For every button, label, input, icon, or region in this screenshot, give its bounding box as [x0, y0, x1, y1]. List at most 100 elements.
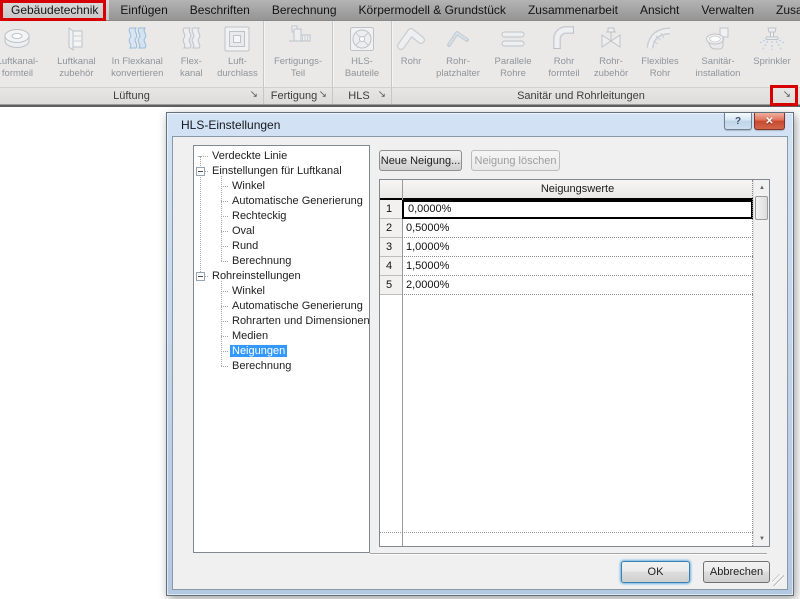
- tab-ansicht[interactable]: Ansicht: [629, 0, 690, 20]
- flex-duct-button[interactable]: Flex- kanal: [171, 21, 212, 87]
- tree-item-verdeckte-linie[interactable]: Verdeckte Linie: [194, 149, 369, 164]
- panel-sanitaer-rohrleitungen: Rohr Rohr- platzhalter Parallele Rohre R…: [392, 21, 800, 104]
- tree-item-medien[interactable]: Medien: [194, 329, 369, 344]
- panel-fertigung: Fertigungs- Teil Fertigung ↘: [264, 21, 333, 104]
- table-row: 3 1,0000%: [380, 238, 753, 257]
- new-slope-button[interactable]: Neue Neigung...: [379, 150, 462, 171]
- table-corner-cell: [380, 180, 402, 198]
- tab-einfuegen[interactable]: Einfügen: [109, 0, 178, 20]
- panel-label: Fertigung: [271, 90, 317, 102]
- row-number: 4: [380, 257, 402, 276]
- scrollbar-thumb[interactable]: [755, 196, 768, 220]
- fabrication-part-button[interactable]: Fertigungs- Teil: [266, 21, 330, 87]
- panel-footer-fertigung[interactable]: Fertigung ↘: [264, 87, 332, 104]
- pipe-accessory-button[interactable]: Rohr- zubehör: [588, 21, 634, 87]
- tree-item-rohreinstellungen[interactable]: Rohreinstellungen: [194, 269, 369, 284]
- tree-item-einstellungen-luftkanal[interactable]: Einstellungen für Luftkanal: [194, 164, 369, 179]
- tree-item-rund[interactable]: Rund: [194, 239, 369, 254]
- panel-footer-sanitaer[interactable]: Sanitär und Rohrleitungen ↘: [392, 87, 800, 104]
- table-header-row: Neigungswerte: [380, 180, 753, 200]
- scroll-up-icon[interactable]: ▲: [754, 180, 770, 195]
- tab-zusammenarbeit[interactable]: Zusammenarbeit: [517, 0, 629, 20]
- slope-table: Neigungswerte 1 0,0000% 2 0,5000% 3 1,00…: [379, 179, 770, 547]
- panel-label: HLS: [348, 90, 369, 102]
- table-scrollbar[interactable]: ▲ ▼: [753, 180, 769, 546]
- panel-hls: HLS- Bauteile HLS ↘: [333, 21, 392, 104]
- panel-label: Sanitär und Rohrleitungen: [517, 90, 645, 102]
- tree-item-rechteckig[interactable]: Rechteckig: [194, 209, 369, 224]
- tab-koerpermodell-grundstueck[interactable]: Körpermodell & Grundstück: [348, 0, 517, 20]
- tree-item-oval[interactable]: Oval: [194, 224, 369, 239]
- tab-berechnung[interactable]: Berechnung: [261, 0, 348, 20]
- tree-item-winkel-rohr[interactable]: Winkel: [194, 284, 369, 299]
- delete-slope-button[interactable]: Neigung löschen: [471, 150, 560, 171]
- cancel-button[interactable]: Abbrechen: [703, 561, 770, 583]
- convert-flex-duct-button[interactable]: In Flexkanal konvertieren: [107, 21, 168, 87]
- panel-footer-lueftung[interactable]: Lüftung ↘: [0, 87, 263, 104]
- slope-value-cell[interactable]: 1,5000%: [402, 257, 753, 276]
- mechanical-equipment-button[interactable]: HLS- Bauteile: [335, 21, 389, 87]
- air-terminal-button[interactable]: Luft- durchlass: [212, 21, 263, 87]
- pipe-fitting-icon: [548, 23, 580, 55]
- panel-launcher-icon[interactable]: ↘: [250, 89, 258, 100]
- slope-value-cell[interactable]: 0,0000%: [402, 200, 753, 219]
- plumbing-fixture-button[interactable]: Sanitär- installation: [689, 21, 747, 87]
- tab-zusatzmodule[interactable]: Zusatzmodule: [765, 0, 800, 20]
- panel-label: Lüftung: [113, 90, 150, 102]
- fabrication-part-icon: [282, 23, 314, 55]
- duct-accessory-icon: [60, 23, 92, 55]
- table-row: 1 0,0000%: [380, 200, 753, 219]
- flex-pipe-icon: [644, 23, 676, 55]
- pipe-placeholder-button[interactable]: Rohr- platzhalter: [430, 21, 486, 87]
- pipe-button[interactable]: Rohr: [392, 21, 430, 87]
- hls-settings-dialog: HLS-Einstellungen ? ✕ Verdeckte Linie Ei…: [166, 112, 794, 596]
- duct-accessory-button[interactable]: Luftkanal zubehör: [46, 21, 107, 87]
- panel-lueftung: Luftkanal- formteil Luftkanal zubehör In…: [0, 21, 264, 104]
- row-number: 2: [380, 219, 402, 238]
- tree-item-automatische-generierung-rohr[interactable]: Automatische Generierung: [194, 299, 369, 314]
- close-button[interactable]: ✕: [754, 113, 785, 130]
- tree-item-rohrarten-und-dimensionen[interactable]: Rohrarten und Dimensionen: [194, 314, 369, 329]
- pipe-placeholder-icon: [442, 23, 474, 55]
- tab-beschriften[interactable]: Beschriften: [179, 0, 261, 20]
- sprinkler-icon: [756, 23, 788, 55]
- panel-footer-hls[interactable]: HLS ↘: [333, 87, 391, 104]
- duct-fitting-icon: [1, 23, 33, 55]
- resize-grip[interactable]: [772, 574, 784, 586]
- ok-button[interactable]: OK: [621, 561, 690, 583]
- tree-item-berechnung-rohr[interactable]: Berechnung: [194, 359, 369, 374]
- tree-item-automatische-generierung-luftkanal[interactable]: Automatische Generierung: [194, 194, 369, 209]
- panel-launcher-icon[interactable]: ↘: [783, 89, 791, 100]
- dialog-titlebar[interactable]: HLS-Einstellungen: [167, 113, 793, 136]
- row-number: 1: [380, 200, 402, 219]
- slope-value-cell[interactable]: 1,0000%: [402, 238, 753, 257]
- close-icon: ✕: [765, 116, 773, 127]
- tree-item-winkel-luftkanal[interactable]: Winkel: [194, 179, 369, 194]
- parallel-pipes-icon: [497, 23, 529, 55]
- pipe-icon: [395, 23, 427, 55]
- table-bottom-divider: [380, 532, 753, 533]
- tree-item-neigungen[interactable]: Neigungen: [194, 344, 369, 359]
- pipe-fitting-button[interactable]: Rohr formteil: [540, 21, 588, 87]
- ribbon-bottom-edge: [0, 104, 800, 107]
- help-button[interactable]: ?: [724, 113, 752, 130]
- duct-fitting-button[interactable]: Luftkanal- formteil: [0, 21, 46, 87]
- collapse-icon[interactable]: [196, 272, 205, 281]
- panel-launcher-icon[interactable]: ↘: [319, 89, 327, 100]
- collapse-icon[interactable]: [196, 167, 205, 176]
- tab-verwalten[interactable]: Verwalten: [690, 0, 765, 20]
- tree-item-berechnung-luftkanal[interactable]: Berechnung: [194, 254, 369, 269]
- flex-pipe-button[interactable]: Flexibles Rohr: [634, 21, 686, 87]
- plumbing-fixture-icon: [702, 23, 734, 55]
- flex-duct-icon: [175, 23, 207, 55]
- sprinkler-button[interactable]: Sprinkler: [747, 21, 797, 87]
- mechanical-equipment-icon: [346, 23, 378, 55]
- parallel-pipes-button[interactable]: Parallele Rohre: [486, 21, 540, 87]
- footer-separator: [370, 553, 767, 554]
- tab-gebaeudetechnik[interactable]: Gebäudetechnik: [0, 0, 109, 20]
- slope-value-cell[interactable]: 0,5000%: [402, 219, 753, 238]
- table-header-neigungswerte: Neigungswerte: [402, 180, 753, 198]
- panel-launcher-icon[interactable]: ↘: [378, 89, 386, 100]
- slope-value-cell[interactable]: 2,0000%: [402, 276, 753, 295]
- scroll-down-icon[interactable]: ▼: [754, 531, 770, 546]
